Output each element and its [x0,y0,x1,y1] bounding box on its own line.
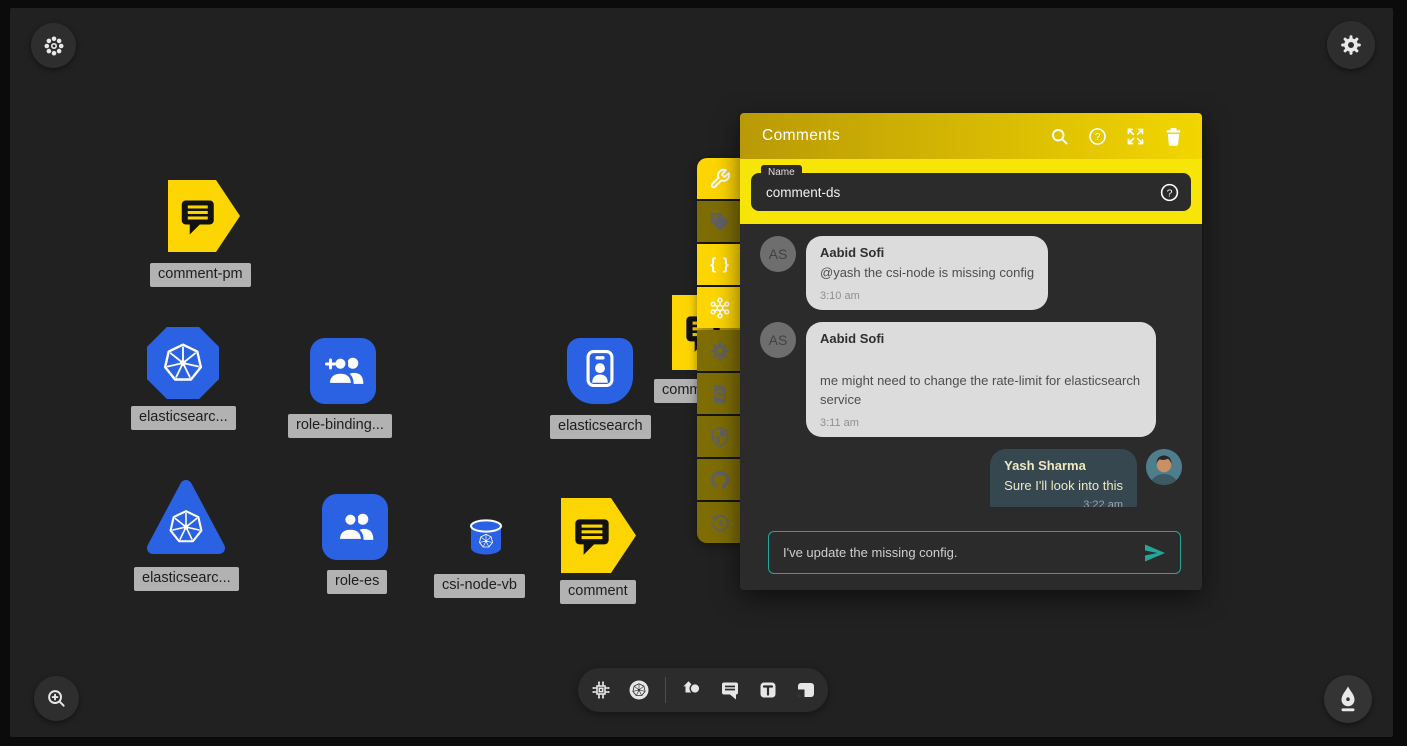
message-time: 3:10 am [820,290,1034,302]
braces-icon: { } [710,256,730,274]
avatar-initials: AS [760,236,796,272]
gear-icon [709,340,731,362]
message-row: Yash Sharma Sure I'll look into this 3:2… [760,449,1182,507]
svg-text:?: ? [1167,187,1173,199]
configure-wrench-button[interactable] [697,158,743,199]
node-label: elasticsearc... [131,406,236,430]
pen-nib-icon [1335,685,1361,713]
node-role-es[interactable] [321,493,389,566]
kubernetes-tool-icon[interactable] [627,678,651,702]
expand-icon[interactable] [1125,126,1146,147]
zoom-in-icon [45,687,68,710]
message-bubble: Aabid Sofi me might need to change the r… [806,322,1156,437]
node-label: comment-pm [150,263,251,287]
name-field-label: Name [761,165,802,181]
node-elasticsearch-octagon[interactable] [147,327,219,404]
delete-trash-icon[interactable] [1163,126,1184,147]
github-icon [709,469,731,491]
shapes-tool-icon[interactable] [680,678,704,702]
github-button[interactable] [697,459,743,500]
comments-panel-header[interactable]: Comments ? [740,113,1202,159]
message-row: AS Aabid Sofi @yash the csi-node is miss… [760,236,1182,310]
message-author: Aabid Sofi [820,245,1034,260]
message-bubble: Yash Sharma Sure I'll look into this 3:2… [990,449,1137,507]
svg-text:?: ? [1095,132,1101,143]
pen-tool-button[interactable] [1324,675,1372,723]
message-bubble: Aabid Sofi @yash the csi-node is missing… [806,236,1048,310]
comment-input[interactable] [769,545,1143,560]
graph-flower-icon [708,296,732,320]
message-row: AS Aabid Sofi me might need to change th… [760,322,1182,437]
gear-icon [1339,33,1363,57]
toolbar-divider [665,677,666,703]
node-comment[interactable] [561,498,636,578]
image-tool-icon[interactable] [794,678,818,702]
message-list[interactable]: AS Aabid Sofi @yash the csi-node is miss… [740,224,1202,507]
node-elasticsearch-triangle[interactable] [146,478,226,561]
node-label: comment [560,580,636,604]
comment-composer [768,531,1181,574]
wrench-icon [709,168,731,190]
panel-title: Comments [762,127,840,145]
doc-preview-button[interactable] [697,373,743,414]
avatar-initials: AS [760,322,796,358]
app-logo-button[interactable] [31,23,76,68]
history-icon [709,512,731,534]
node-label: role-es [327,570,387,594]
tag-button[interactable] [697,201,743,242]
message-time: 3:22 am [1004,499,1123,507]
node-label: elasticsearc... [134,567,239,591]
node-csi-node-vb[interactable] [469,519,503,562]
validate-shield-button[interactable] [697,416,743,457]
user-photo [1146,449,1182,485]
node-comment-pm[interactable] [168,180,240,257]
json-braces-button[interactable]: { } [697,244,743,285]
name-input[interactable] [751,185,1159,200]
node-label: elasticsearch [550,415,651,439]
node-label: csi-node-vb [434,574,525,598]
message-time: 3:11 am [820,417,1142,429]
name-help-icon[interactable]: ? [1159,182,1180,203]
doc-search-icon [709,383,731,405]
shapes-toolbar [578,668,828,712]
message-author: Yash Sharma [1004,458,1123,473]
element-actions-toolbar: { } [697,158,743,543]
graph-flower-button[interactable] [697,287,743,328]
message-author: Aabid Sofi [820,331,1142,346]
avatar-photo [1146,449,1182,485]
history-button[interactable] [697,502,743,543]
node-label: role-binding... [288,414,392,438]
node-role-binding[interactable] [309,337,377,410]
message-text: me might need to change the rate-limit f… [820,372,1142,410]
message-text: Sure I'll look into this [1004,477,1123,496]
graph-tool-icon[interactable] [589,678,613,702]
settings-button[interactable] [1327,21,1375,69]
help-icon[interactable]: ? [1087,126,1108,147]
tag-icon [709,211,731,233]
send-icon[interactable] [1143,541,1167,565]
settings-gear-button[interactable] [697,330,743,371]
search-icon[interactable] [1049,126,1070,147]
node-elasticsearch-badge[interactable] [566,337,634,410]
message-text: @yash the csi-node is missing config [820,264,1034,283]
comment-tool-icon[interactable] [718,678,742,702]
zoom-button[interactable] [34,676,79,721]
text-tool-icon[interactable] [756,678,780,702]
flower-logo-icon [42,34,66,58]
name-section: Name ? [740,159,1202,224]
shield-icon [709,426,731,448]
comments-panel: Comments ? [740,113,1202,590]
